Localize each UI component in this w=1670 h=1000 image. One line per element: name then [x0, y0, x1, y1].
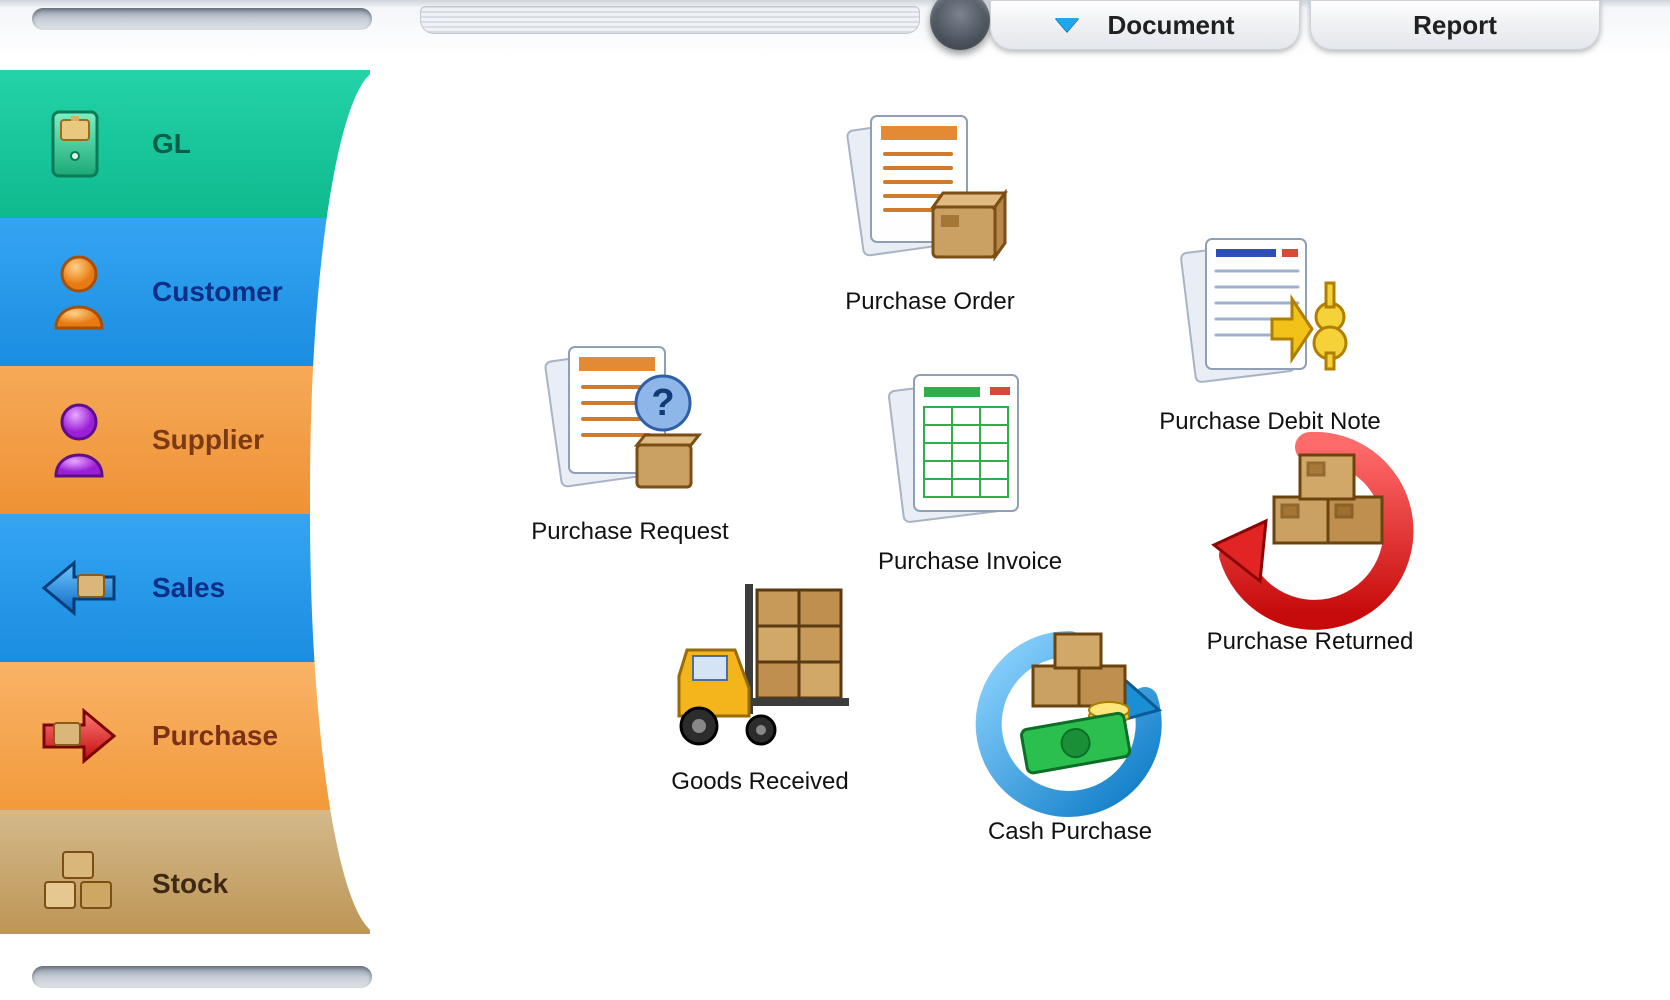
icon-label: Purchase Order [845, 288, 1014, 316]
icon-label: Purchase Debit Note [1159, 408, 1380, 436]
dropdown-triangle-icon [1055, 18, 1079, 32]
sidebar-item-label: Stock [152, 868, 228, 900]
cash-refresh-icon [980, 630, 1160, 810]
active-indicator-icon: ▶ [322, 726, 334, 746]
sidebar-item-sales[interactable]: Sales [0, 514, 370, 662]
cabinet-icon [34, 99, 124, 189]
icon-label: Purchase Invoice [878, 548, 1062, 576]
icon-label: Purchase Request [531, 518, 728, 546]
tab-document-label: Document [1107, 10, 1234, 41]
boxes-icon [34, 839, 124, 929]
sidebar-item-stock[interactable]: Stock [0, 810, 370, 934]
top-decoration-left [32, 8, 372, 30]
bottom-decoration-left [32, 966, 372, 988]
icon-purchase-order[interactable]: Purchase Order [810, 100, 1050, 316]
sidebar-item-supplier[interactable]: Supplier [0, 366, 370, 514]
arrow-left-box-icon [34, 543, 124, 633]
document-question-icon: ? [540, 330, 720, 510]
tab-report[interactable]: Report [1310, 0, 1600, 50]
svg-text:?: ? [651, 382, 674, 424]
icon-label: Goods Received [671, 768, 848, 796]
return-arrow-boxes-icon [1220, 440, 1400, 620]
icon-label: Purchase Returned [1207, 628, 1414, 656]
icon-purchase-debit-note[interactable]: Purchase Debit Note [1150, 220, 1390, 436]
sidebar-item-purchase[interactable]: Purchase ▶ [0, 662, 370, 810]
icon-purchase-invoice[interactable]: Purchase Invoice [850, 360, 1090, 576]
icon-label: Cash Purchase [988, 818, 1152, 846]
sidebar-item-label: Purchase [152, 720, 278, 752]
tab-report-label: Report [1413, 10, 1497, 41]
icon-cash-purchase[interactable]: Cash Purchase [950, 630, 1190, 846]
top-decoration-mid [420, 6, 920, 34]
sidebar-item-label: Customer [152, 276, 283, 308]
tab-document[interactable]: Document [990, 0, 1300, 50]
person-icon [34, 247, 124, 337]
sidebar-item-label: Sales [152, 572, 225, 604]
top-notch [930, 0, 990, 50]
arrow-right-box-icon [34, 691, 124, 781]
main-area: Purchase Order ? [370, 70, 1650, 980]
icon-goods-received[interactable]: Goods Received [640, 580, 880, 796]
document-dollar-icon [1180, 220, 1360, 400]
sidebar-item-customer[interactable]: Customer [0, 218, 370, 366]
person-icon [34, 395, 124, 485]
top-bar: Document Report [0, 0, 1670, 60]
icon-purchase-request[interactable]: ? Purchase Request [510, 330, 750, 546]
forklift-icon [670, 580, 850, 760]
sidebar-item-gl[interactable]: GL [0, 70, 370, 218]
sidebar: GL Customer Supplier [0, 70, 370, 934]
sidebar-item-label: GL [152, 128, 191, 160]
invoice-document-icon [880, 360, 1060, 540]
icon-purchase-returned[interactable]: Purchase Returned [1190, 440, 1430, 656]
sidebar-item-label: Supplier [152, 424, 264, 456]
document-box-icon [840, 100, 1020, 280]
